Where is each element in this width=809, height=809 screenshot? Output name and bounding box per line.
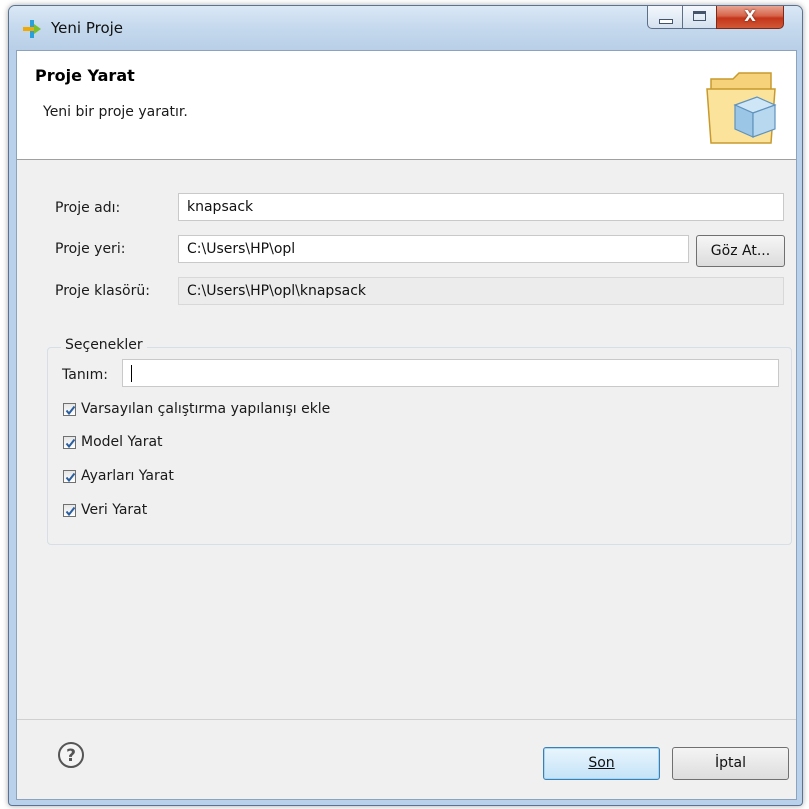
description-label: Tanım: xyxy=(62,367,108,383)
wizard-banner: Proje Yarat Yeni bir proje yaratır. xyxy=(17,51,796,160)
minimize-button[interactable] xyxy=(647,6,683,29)
minimize-icon xyxy=(659,19,673,24)
checkbox-label: Varsayılan çalıştırma yapılanışı ekle xyxy=(81,401,331,417)
description-input[interactable] xyxy=(122,359,779,387)
maximize-button[interactable] xyxy=(682,6,717,29)
maximize-icon xyxy=(693,11,706,21)
help-icon[interactable]: ? xyxy=(57,741,85,769)
banner-title: Proje Yarat xyxy=(35,66,135,85)
options-group-title: Seçenekler xyxy=(61,337,147,353)
dialog-client-area: Proje Yarat Yeni bir proje yaratır. Proj… xyxy=(16,50,797,800)
project-folder-field: C:\Users\HP\opl\knapsack xyxy=(178,277,784,305)
finish-button-label: Son xyxy=(588,755,615,771)
dialog-window: Yeni Proje X Proje Yarat Yeni bir proje … xyxy=(8,5,803,806)
text-cursor xyxy=(131,365,132,382)
browse-button[interactable]: Göz At... xyxy=(696,235,785,267)
checkbox-label: Ayarları Yarat xyxy=(81,468,174,484)
project-folder-label: Proje klasörü: xyxy=(55,283,150,299)
checkmark-icon xyxy=(65,472,76,483)
finish-button[interactable]: Son xyxy=(543,747,660,780)
project-location-input[interactable]: C:\Users\HP\opl xyxy=(178,235,689,263)
project-name-label: Proje adı: xyxy=(55,200,121,216)
close-icon: X xyxy=(744,7,756,25)
close-button[interactable]: X xyxy=(716,6,784,29)
checkmark-icon xyxy=(65,438,76,449)
checkbox-box[interactable] xyxy=(63,470,76,483)
banner-description: Yeni bir proje yaratır. xyxy=(43,104,188,120)
folder-cube-icon xyxy=(706,72,777,144)
checkbox-box[interactable] xyxy=(63,403,76,416)
checkmark-icon xyxy=(65,506,76,517)
checkbox-box[interactable] xyxy=(63,436,76,449)
title-bar[interactable]: Yeni Proje X xyxy=(9,6,802,50)
plus-arrow-icon xyxy=(23,20,41,38)
window-title: Yeni Proje xyxy=(51,19,124,37)
project-location-label: Proje yeri: xyxy=(55,241,126,257)
checkbox-box[interactable] xyxy=(63,504,76,517)
cancel-button[interactable]: İptal xyxy=(672,747,789,780)
footer-separator xyxy=(17,719,796,720)
checkmark-icon xyxy=(65,405,76,416)
project-name-input[interactable]: knapsack xyxy=(178,193,784,221)
checkbox-label: Veri Yarat xyxy=(81,502,148,518)
checkbox-label: Model Yarat xyxy=(81,434,163,450)
svg-text:?: ? xyxy=(66,746,76,766)
